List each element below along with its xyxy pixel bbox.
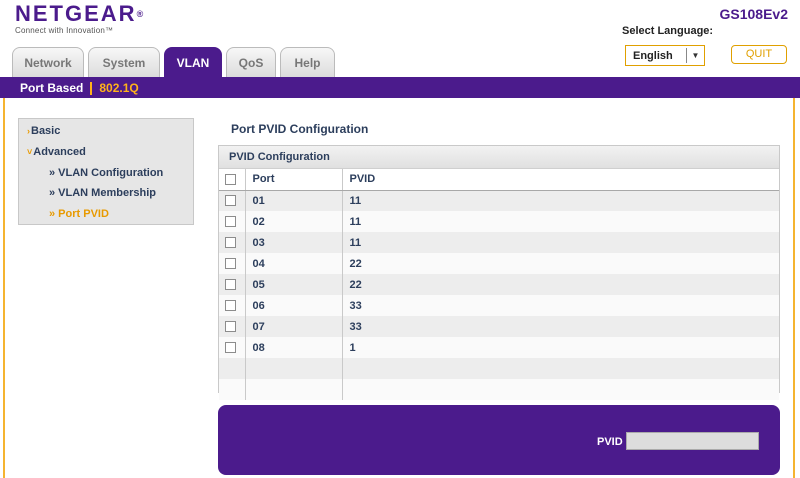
row-checkbox[interactable] [225,342,236,354]
bullet-down-icon: ˅ [27,147,33,157]
empty-cell [219,358,246,379]
menu-item-vlan-membership[interactable]: » VLAN Membership [49,187,156,199]
logo-tagline: Connect with Innovation™ [15,26,114,35]
tab-vlan[interactable]: VLAN [164,47,222,77]
table-header-row: Port PVID [219,169,779,191]
sub-nav-separator [90,81,93,95]
table-row: 04 22 [219,253,779,274]
empty-cell [342,379,779,400]
table-row: 07 33 [219,316,779,337]
empty-row [219,358,779,379]
empty-cell [342,358,779,379]
pvid-cell: 1 [342,337,779,358]
tab-network[interactable]: Network [12,47,84,77]
port-cell: 01 [245,190,343,211]
quit-button[interactable]: QUIT [731,45,787,64]
pvid-panel: PVID Configuration Port PVID 01 11 02 11 03 1… [218,145,780,400]
row-checkbox-cell [219,211,246,232]
main-tabs: Network System VLAN QoS Help [12,47,339,77]
empty-row [219,379,779,400]
tab-qos[interactable]: QoS [226,47,276,77]
row-checkbox-cell [219,316,246,337]
device-model: GS108Ev2 [719,6,789,22]
pvid-cell: 11 [342,232,779,253]
sub-nav-port-based[interactable]: Port Based [20,81,83,95]
port-cell: 04 [245,253,343,274]
port-cell: 05 [245,274,343,295]
row-checkbox[interactable] [225,216,236,228]
table-row: 08 1 [219,337,779,358]
pvid-edit-box: PVID [218,405,780,475]
pvid-input[interactable] [626,432,759,450]
row-checkbox[interactable] [225,300,236,312]
menu-item-advanced[interactable]: ˅Advanced [27,146,86,158]
row-checkbox-cell [219,295,246,316]
empty-cell [245,358,343,379]
side-menu: ›Basic ˅Advanced » VLAN Configuration » … [18,118,194,225]
select-all-cell [219,169,246,191]
pvid-cell: 11 [342,211,779,232]
row-checkbox-cell [219,253,246,274]
empty-cell [245,379,343,400]
row-checkbox[interactable] [225,321,236,333]
port-cell: 06 [245,295,343,316]
pvid-cell: 33 [342,316,779,337]
sub-nav-802-1q[interactable]: 802.1Q [99,81,138,95]
pvid-cell: 11 [342,190,779,211]
table-row: 02 11 [219,211,779,232]
netgear-logo: NETGEAR® Connect with Innovation™ [15,1,144,36]
row-checkbox[interactable] [225,279,236,291]
table-row: 03 11 [219,232,779,253]
tab-help[interactable]: Help [280,47,335,77]
sub-nav: Port Based 802.1Q [20,81,139,95]
pvid-label: PVID [597,436,623,448]
menu-item-advanced-label: Advanced [33,146,86,158]
menu-item-basic[interactable]: ›Basic [27,125,60,137]
row-checkbox-cell [219,337,246,358]
port-cell: 08 [245,337,343,358]
table-row: 01 11 [219,190,779,211]
menu-item-basic-label: Basic [31,125,61,137]
select-all-checkbox[interactable] [225,173,236,185]
row-checkbox-cell [219,190,246,211]
tab-system[interactable]: System [88,47,160,77]
menu-item-port-pvid[interactable]: » Port PVID [49,208,109,220]
pvid-cell: 22 [342,253,779,274]
empty-cell [219,379,246,400]
column-header-port: Port [245,169,343,191]
row-checkbox[interactable] [225,237,236,249]
language-select[interactable]: English ▼ [625,45,705,66]
column-header-pvid: PVID [342,169,779,191]
table-row: 06 33 [219,295,779,316]
row-checkbox[interactable] [225,195,236,207]
menu-item-vlan-configuration[interactable]: » VLAN Configuration [49,167,163,179]
chevron-down-icon: ▼ [686,48,704,63]
bullet-icon: › [27,126,30,136]
row-checkbox-cell [219,274,246,295]
table-row: 05 22 [219,274,779,295]
language-value: English [633,49,673,62]
row-checkbox-cell [219,232,246,253]
panel-title: PVID Configuration [219,146,779,169]
pvid-cell: 22 [342,274,779,295]
port-cell: 02 [245,211,343,232]
page-title: Port PVID Configuration [231,122,369,136]
port-cell: 07 [245,316,343,337]
port-cell: 03 [245,232,343,253]
row-checkbox[interactable] [225,258,236,270]
pvid-table: Port PVID 01 11 02 11 03 11 04 22 05 22 06 33 07 33 08… [219,169,779,400]
language-label: Select Language: [622,25,714,37]
pvid-cell: 33 [342,295,779,316]
logo-text: NETGEAR [15,1,137,26]
